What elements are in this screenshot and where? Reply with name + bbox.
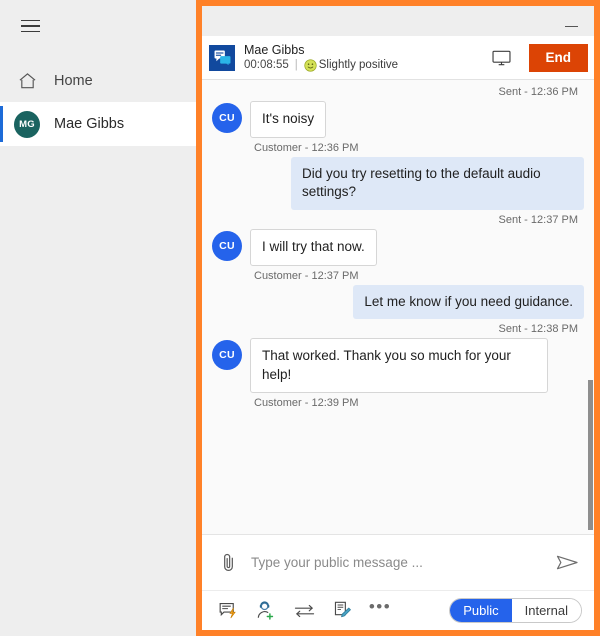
message-timestamp: Sent - 12:36 PM [498, 86, 579, 98]
message-bubble: That worked. Thank you so much for your … [250, 338, 548, 394]
message-timestamp: Sent - 12:37 PM [498, 213, 579, 226]
sentiment-indicator: Slightly positive [304, 59, 398, 72]
action-toolbar: ••• Public Internal [202, 590, 594, 630]
message-timestamp: Customer - 12:39 PM [254, 397, 359, 410]
hamburger-icon[interactable] [8, 4, 52, 48]
toggle-option-internal[interactable]: Internal [511, 599, 581, 622]
message-row-customer: CU It's noisy [212, 101, 584, 138]
home-icon [14, 72, 40, 90]
visibility-toggle[interactable]: Public Internal [449, 598, 582, 623]
sidebar: Home MG Mae Gibbs [0, 0, 196, 636]
message-timestamp: Sent - 12:38 PM [498, 323, 579, 336]
transfer-icon[interactable] [292, 598, 316, 624]
avatar-initials: MG [14, 110, 40, 138]
message-bubble: I will try that now. [250, 228, 377, 266]
message-row-customer: CU That worked. Thank you so much for yo… [212, 338, 584, 394]
message-bubble: Did you try resetting to the default aud… [291, 156, 584, 210]
sidebar-item-label: Home [54, 73, 93, 89]
conversation-icon [209, 44, 235, 71]
message-input[interactable] [251, 555, 544, 570]
avatar: MG [14, 110, 40, 138]
add-agent-icon[interactable] [254, 598, 278, 624]
message-row-customer: CU I will try that now. [212, 228, 584, 266]
contact-name: Mae Gibbs [244, 43, 305, 58]
sidebar-item-home[interactable]: Home [0, 60, 196, 102]
app-window: Home MG Mae Gibbs Mae Gibbs 00:08:55 | S… [0, 0, 600, 636]
message-row-agent: Did you try resetting to the default aud… [212, 156, 584, 210]
more-options-icon[interactable]: ••• [368, 598, 392, 624]
titlebar [202, 6, 594, 36]
sidebar-item-label: Mae Gibbs [54, 116, 125, 132]
message-composer [202, 534, 594, 590]
avatar: CU [212, 103, 242, 133]
notes-icon[interactable] [330, 598, 354, 624]
message-row-agent: Let me know if you need guidance. [212, 284, 584, 320]
quick-reply-icon[interactable] [216, 598, 240, 624]
transcript-scrollbar[interactable] [588, 380, 593, 530]
minimize-icon[interactable] [554, 9, 588, 33]
header-text: Mae Gibbs 00:08:55 | Slightly positive [244, 43, 477, 72]
hamburger-bar [20, 25, 40, 27]
paperclip-icon[interactable] [215, 548, 241, 578]
sidebar-item-mae-gibbs[interactable]: MG Mae Gibbs [0, 102, 196, 146]
message-bubble: Let me know if you need guidance. [353, 284, 584, 320]
ellipsis: ••• [368, 597, 392, 616]
hamburger-bar [20, 30, 40, 33]
message-bubble: It's noisy [250, 101, 327, 138]
call-duration: 00:08:55 [244, 58, 289, 71]
smiley-icon [304, 59, 317, 72]
conversation-header: Mae Gibbs 00:08:55 | Slightly positive E… [202, 36, 594, 80]
message-timestamp: Customer - 12:37 PM [254, 269, 359, 282]
separator: | [294, 58, 298, 71]
end-button[interactable]: End [528, 43, 588, 72]
monitor-icon[interactable] [486, 43, 518, 73]
avatar: CU [212, 340, 242, 371]
hamburger-bar [20, 19, 40, 22]
message-transcript[interactable]: Sent - 12:36 PM CU It's noisy Customer -… [202, 80, 594, 534]
message-timestamp: Customer - 12:36 PM [254, 141, 359, 154]
avatar: CU [212, 230, 242, 261]
conversation-panel: Mae Gibbs 00:08:55 | Slightly positive E… [196, 0, 600, 636]
toggle-option-public[interactable]: Public [450, 599, 512, 622]
sentiment-label: Slightly positive [318, 58, 399, 71]
header-subline: 00:08:55 | Slightly positive [244, 59, 477, 72]
send-icon[interactable] [554, 548, 580, 578]
